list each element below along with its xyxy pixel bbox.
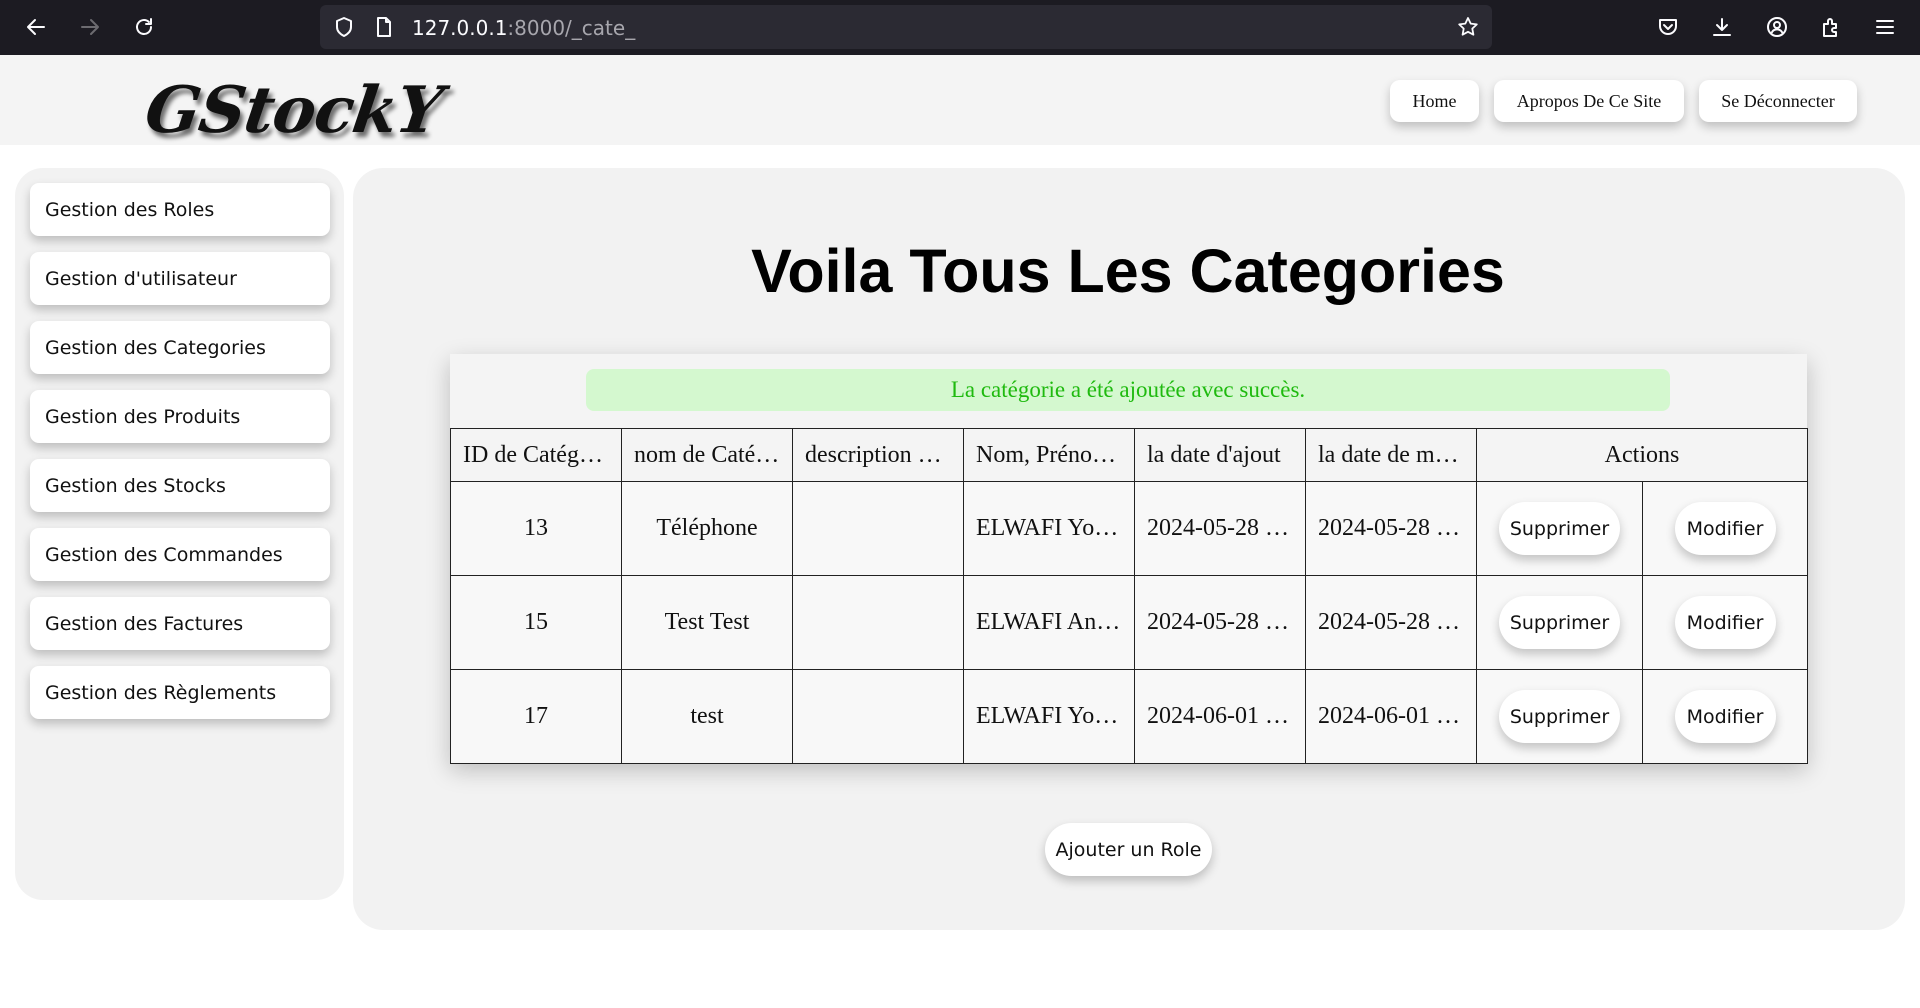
cell-date-added: 2024-06-01 … — [1134, 669, 1306, 764]
cell-date-added: 2024-05-28 … — [1134, 575, 1306, 670]
menu-button[interactable] — [1871, 13, 1899, 41]
cell-delete: Supprimer — [1476, 669, 1643, 764]
page-info-icon[interactable] — [372, 15, 396, 39]
cell-date-modified: 2024-06-01 … — [1305, 669, 1477, 764]
reload-button[interactable] — [127, 10, 161, 44]
cell-date-added: 2024-05-28 … — [1134, 481, 1306, 576]
sidebar-item-payments[interactable]: Gestion des Règlements — [30, 666, 330, 719]
edit-button[interactable]: Modifier — [1674, 596, 1776, 649]
cell-edit: Modifier — [1641, 481, 1809, 576]
success-alert: La catégorie a été ajoutée avec succès. — [586, 369, 1670, 411]
reload-icon — [136, 18, 152, 35]
cell-description — [792, 575, 964, 670]
downloads-button[interactable] — [1708, 13, 1736, 41]
nav-logout-button[interactable]: Se Déconnecter — [1699, 80, 1857, 122]
puzzle-icon — [1823, 18, 1837, 37]
sidebar-item-users[interactable]: Gestion d'utilisateur — [30, 252, 330, 305]
pocket-button[interactable] — [1654, 13, 1682, 41]
header-description: description … — [792, 428, 964, 482]
table-header-row: ID de Catég… nom de Caté… description … … — [450, 428, 1809, 482]
cell-delete: Supprimer — [1476, 575, 1643, 670]
sidebar-item-orders[interactable]: Gestion des Commandes — [30, 528, 330, 581]
header-author: Nom, Préno… — [963, 428, 1135, 482]
nav-home-button[interactable]: Home — [1390, 80, 1479, 122]
forward-button[interactable] — [73, 10, 107, 44]
site-header: GStockY Home Apropos De Ce Site Se Décon… — [0, 55, 1920, 148]
page-title: Voila Tous Les Categories — [751, 237, 1505, 305]
cell-date-modified: 2024-05-28 … — [1305, 575, 1477, 670]
cell-author: ELWAFI An… — [963, 575, 1135, 670]
cell-id: 13 — [450, 481, 622, 576]
back-arrow-icon — [27, 19, 45, 35]
categories-table-card: La catégorie a été ajoutée avec succès. … — [450, 354, 1809, 764]
header-date-modified: la date de m… — [1305, 428, 1477, 482]
table-row: 17 test ELWAFI Yo… 2024-06-01 … 2024-06-… — [450, 669, 1809, 764]
cell-description — [792, 669, 964, 764]
cell-description — [792, 481, 964, 576]
cell-delete: Supprimer — [1476, 481, 1643, 576]
header-name: nom de Caté… — [621, 428, 793, 482]
site-logo[interactable]: GStockY — [141, 73, 447, 148]
cell-id: 17 — [450, 669, 622, 764]
url-host: 127.0.0.1 — [412, 16, 508, 40]
sidebar-item-stocks[interactable]: Gestion des Stocks — [30, 459, 330, 512]
extensions-button[interactable] — [1817, 13, 1845, 41]
cell-author: ELWAFI Yo… — [963, 669, 1135, 764]
cell-edit: Modifier — [1641, 575, 1809, 670]
categories-table: ID de Catég… nom de Caté… description … … — [450, 428, 1809, 764]
cell-name: Test Test — [621, 575, 793, 670]
account-button[interactable] — [1763, 13, 1791, 41]
table-row: 13 Téléphone ELWAFI Yo… 2024-05-28 … 202… — [450, 481, 1809, 576]
sidebar-item-invoices[interactable]: Gestion des Factures — [30, 597, 330, 650]
delete-button[interactable]: Supprimer — [1499, 690, 1620, 743]
download-icon — [1713, 18, 1731, 36]
add-role-button[interactable]: Ajouter un Role — [1045, 823, 1212, 876]
cell-name: Téléphone — [621, 481, 793, 576]
edit-button[interactable]: Modifier — [1674, 690, 1776, 743]
header-id: ID de Catég… — [450, 428, 622, 482]
main-panel: Voila Tous Les Categories La catégorie a… — [353, 168, 1905, 930]
bookmark-star-icon[interactable] — [1456, 15, 1480, 39]
address-bar[interactable]: 127.0.0.1:8000/_cate_ — [320, 5, 1492, 49]
header-actions: Actions — [1475, 428, 1809, 482]
sidebar-item-roles[interactable]: Gestion des Roles — [30, 183, 330, 236]
header-date-added: la date d'ajout — [1134, 428, 1306, 482]
url-text[interactable]: 127.0.0.1:8000/_cate_ — [412, 16, 635, 40]
cell-edit: Modifier — [1641, 669, 1809, 764]
edit-button[interactable]: Modifier — [1674, 502, 1776, 555]
sidebar: Gestion des Roles Gestion d'utilisateur … — [15, 168, 344, 900]
pocket-icon — [1659, 19, 1677, 35]
forward-arrow-icon — [81, 19, 99, 35]
browser-toolbar: 127.0.0.1:8000/_cate_ — [0, 0, 1920, 55]
cell-id: 15 — [450, 575, 622, 670]
cell-name: test — [621, 669, 793, 764]
hamburger-menu-icon — [1876, 20, 1894, 34]
delete-button[interactable]: Supprimer — [1499, 502, 1620, 555]
url-path: :8000/_cate_ — [507, 16, 636, 40]
account-icon — [1767, 17, 1787, 37]
back-button[interactable] — [19, 10, 53, 44]
sidebar-item-products[interactable]: Gestion des Produits — [30, 390, 330, 443]
cell-author: ELWAFI Yo… — [963, 481, 1135, 576]
cell-date-modified: 2024-05-28 … — [1305, 481, 1477, 576]
sidebar-item-categories[interactable]: Gestion des Categories — [30, 321, 330, 374]
shield-icon[interactable] — [332, 15, 356, 39]
delete-button[interactable]: Supprimer — [1499, 596, 1620, 649]
nav-about-button[interactable]: Apropos De Ce Site — [1494, 80, 1684, 122]
table-row: 15 Test Test ELWAFI An… 2024-05-28 … 202… — [450, 575, 1809, 670]
